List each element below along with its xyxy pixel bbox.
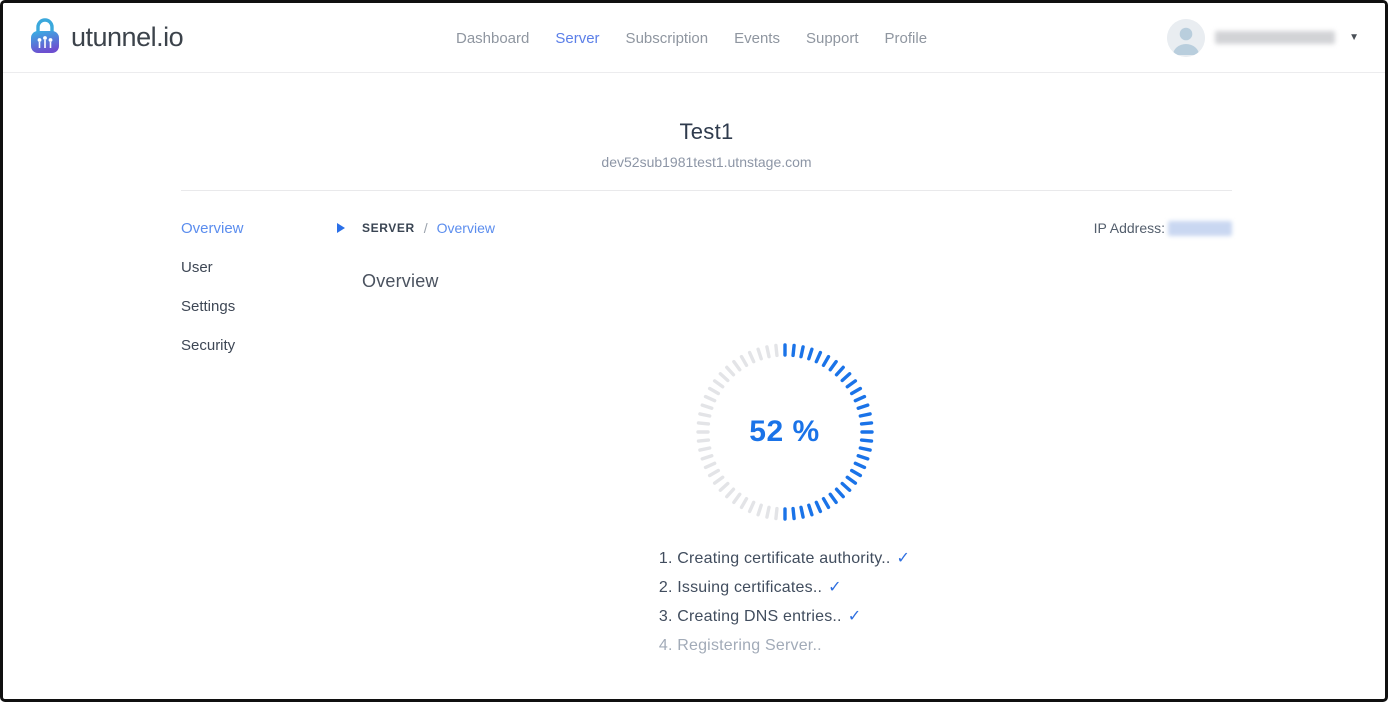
ip-address: IP Address: — [1094, 220, 1232, 236]
step-item: 3. Creating DNS entries.. ✓ — [659, 602, 910, 631]
nav-profile[interactable]: Profile — [885, 30, 928, 47]
progress-ring: 52 % — [695, 342, 875, 522]
ip-address-label: IP Address: — [1094, 220, 1165, 236]
breadcrumb-section: SERVER — [362, 221, 415, 235]
provisioning-steps: 1. Creating certificate authority.. ✓ 2. … — [659, 544, 910, 660]
avatar — [1167, 19, 1205, 57]
step-label: 4. Registering Server.. — [659, 637, 822, 654]
app-window: utunnel.io Dashboard Server Subscription… — [0, 0, 1388, 702]
check-icon: ✓ — [848, 608, 862, 625]
sidebar-item-user[interactable]: User — [181, 259, 337, 276]
step-item: 2. Issuing certificates.. ✓ — [659, 573, 910, 602]
breadcrumb: SERVER / Overview IP Address: — [337, 220, 1232, 236]
chevron-down-icon: ▼ — [1349, 32, 1359, 43]
nav-support[interactable]: Support — [806, 30, 859, 47]
breadcrumb-page-link[interactable]: Overview — [437, 220, 495, 236]
ip-address-value-redacted — [1168, 221, 1232, 236]
overview-heading: Overview — [362, 271, 1232, 292]
sidebar: Overview User Settings Security — [181, 220, 337, 660]
breadcrumb-separator: / — [424, 220, 428, 236]
server-name: Test1 — [181, 119, 1232, 145]
progress-percent: 52 % — [695, 342, 875, 522]
brand-logo[interactable]: utunnel.io — [27, 15, 183, 60]
step-label: 1. Creating certificate authority.. — [659, 550, 891, 567]
brand-name: utunnel.io — [71, 22, 183, 53]
padlock-logo-icon — [27, 15, 63, 60]
check-icon: ✓ — [828, 579, 842, 596]
server-title-block: Test1 dev52sub1981test1.utnstage.com — [181, 73, 1232, 170]
step-item: 4. Registering Server.. — [659, 631, 910, 660]
server-domain: dev52sub1981test1.utnstage.com — [181, 154, 1232, 170]
main-panel: SERVER / Overview IP Address: Overview 5… — [337, 220, 1232, 660]
nav-events[interactable]: Events — [734, 30, 780, 47]
sidebar-item-security[interactable]: Security — [181, 337, 337, 354]
sidebar-item-settings[interactable]: Settings — [181, 298, 337, 315]
top-header: utunnel.io Dashboard Server Subscription… — [3, 3, 1385, 73]
step-label: 2. Issuing certificates.. — [659, 579, 822, 596]
step-item: 1. Creating certificate authority.. ✓ — [659, 544, 910, 573]
nav-subscription[interactable]: Subscription — [626, 30, 709, 47]
provisioning-progress: 52 % 1. Creating certificate authority..… — [337, 342, 1232, 660]
nav-server[interactable]: Server — [555, 30, 599, 47]
sidebar-item-overview[interactable]: Overview — [181, 220, 337, 237]
user-name-redacted — [1215, 31, 1335, 44]
user-menu[interactable]: ▼ — [1167, 19, 1359, 57]
sidebar-collapse-arrow-icon[interactable] — [337, 223, 345, 233]
nav-dashboard[interactable]: Dashboard — [456, 30, 529, 47]
step-label: 3. Creating DNS entries.. — [659, 608, 842, 625]
main-nav: Dashboard Server Subscription Events Sup… — [443, 3, 940, 73]
content-area: Test1 dev52sub1981test1.utnstage.com Ove… — [181, 73, 1232, 660]
check-icon: ✓ — [897, 550, 911, 567]
